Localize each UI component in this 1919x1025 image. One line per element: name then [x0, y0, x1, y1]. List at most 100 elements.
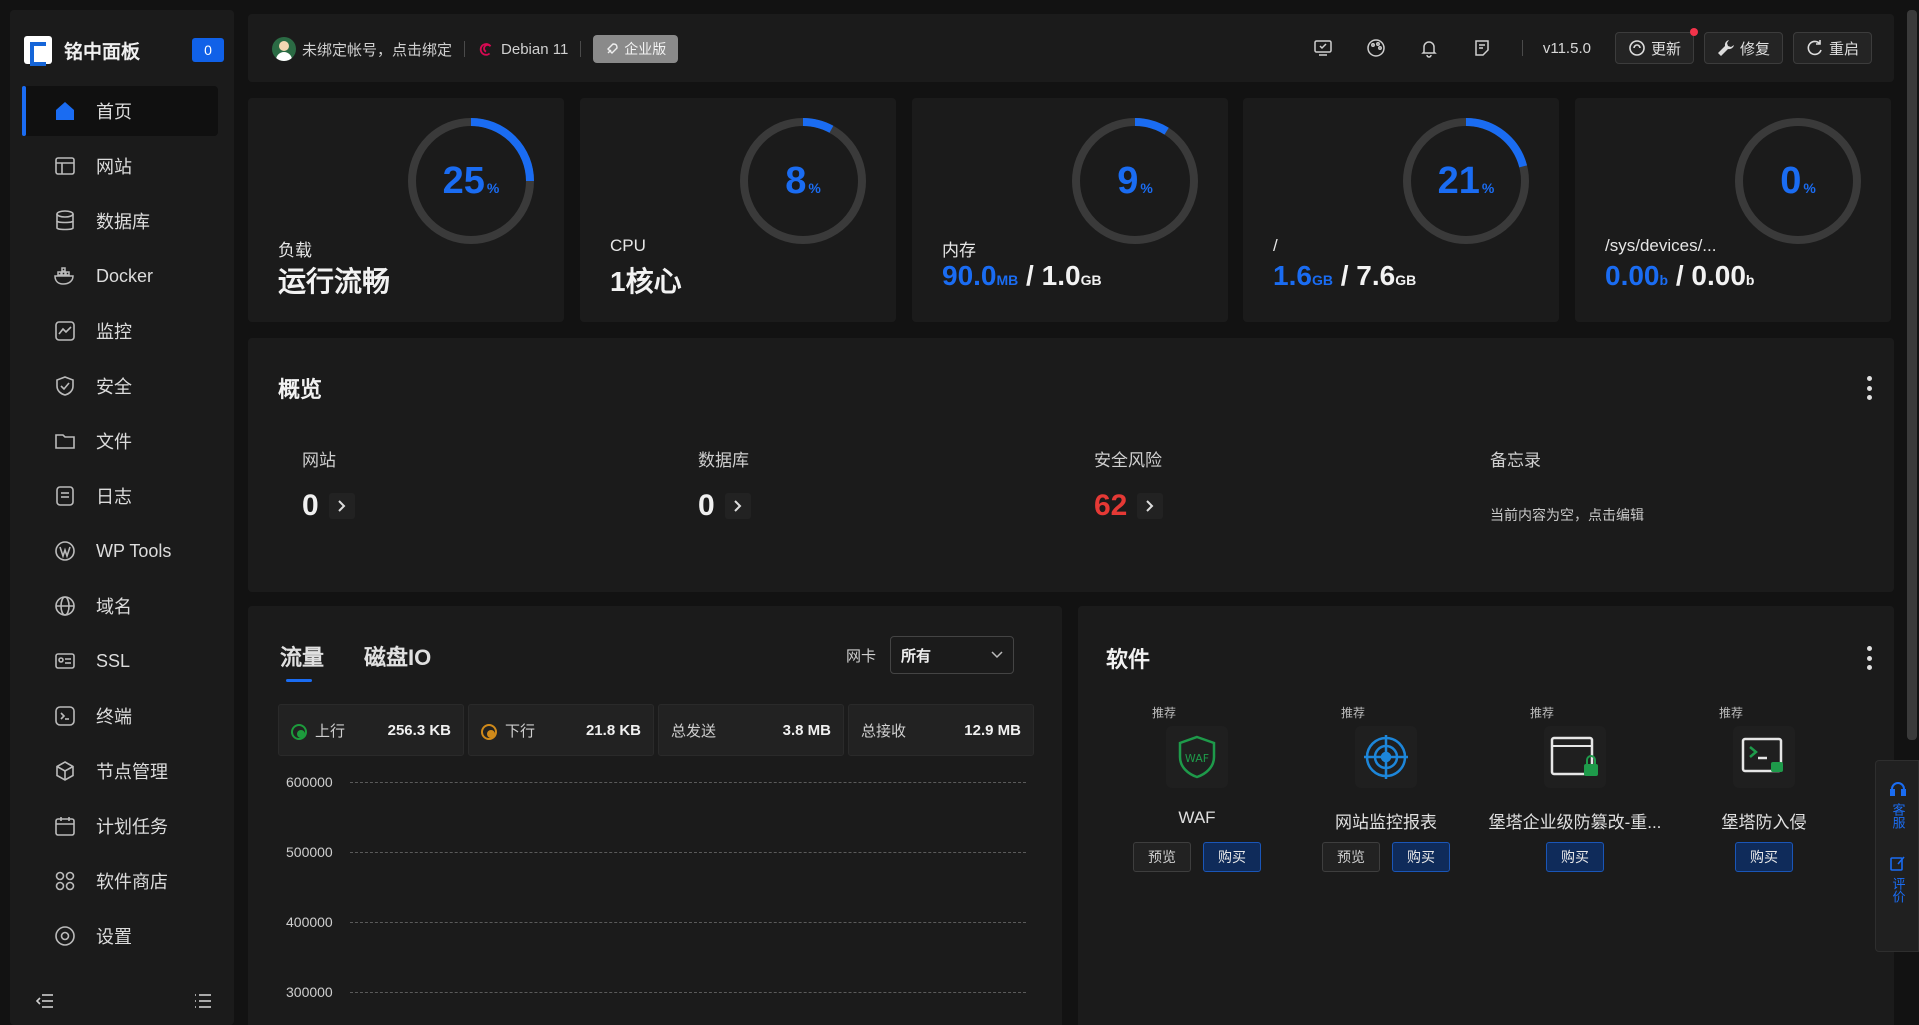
preview-button[interactable]: 预览 [1133, 842, 1191, 872]
sidebar-item-database[interactable]: 数据库 [22, 196, 218, 246]
sidebar-item-label: SSL [96, 650, 131, 671]
divider [580, 41, 582, 57]
page-scrollbar[interactable] [1907, 10, 1917, 740]
sidebar-item-label: 终端 [96, 707, 132, 727]
overview-websites[interactable]: 网站 0 [302, 446, 355, 523]
sidebar-item-monitor[interactable]: 监控 [22, 306, 218, 356]
recommend-tag: 推荐 [1341, 706, 1366, 720]
overview-value: 0 [698, 489, 751, 523]
overview-value: 62 [1094, 489, 1164, 523]
tab-traffic[interactable]: 流量 [280, 640, 324, 682]
stat-card-load[interactable]: 25% 负载 运行流畅 [248, 98, 564, 322]
brand[interactable]: 铭中面板 0 [24, 28, 224, 72]
disk-sys-total: 0.00 [1691, 260, 1746, 291]
sidebar-item-ssl[interactable]: SSL [22, 636, 218, 686]
chart-gridline: 500000 [286, 844, 1026, 922]
brand-badge[interactable]: 0 [192, 38, 224, 62]
software-name: 堡塔防入侵 [1721, 813, 1807, 832]
notes-icon[interactable] [1470, 36, 1494, 60]
database-icon [52, 208, 78, 234]
overview-more-icon[interactable] [1866, 376, 1872, 400]
overview-memo[interactable]: 备忘录 当前内容为空，点击编辑 [1490, 446, 1644, 525]
restart-button[interactable]: 重启 [1792, 32, 1872, 64]
sidebar-item-website[interactable]: 网站 [22, 141, 218, 191]
sidebar-item-nodes[interactable]: 节点管理 [22, 746, 218, 796]
stat-card-disk-sys[interactable]: 0% /sys/devices/... 0.00b / 0.00b [1575, 98, 1891, 322]
chevron-right-icon[interactable] [724, 493, 751, 519]
sidebar-item-label: 监控 [96, 322, 132, 342]
sidebar-item-terminal[interactable]: 终端 [22, 691, 218, 741]
avatar[interactable] [272, 37, 296, 61]
home-icon [52, 98, 78, 124]
sidebar-item-docker[interactable]: Docker [22, 251, 218, 301]
sidebar-menu: 首页 网站 数据库 Docker 监控 安全 文件 日志 WP Tools 域名… [22, 86, 218, 966]
buy-button[interactable]: 购买 [1546, 842, 1604, 872]
log-icon [52, 483, 78, 509]
metric-value: 12.9 MB [964, 721, 1021, 739]
review-button[interactable]: 评价 [1876, 855, 1919, 903]
overview-databases[interactable]: 数据库 0 [698, 446, 751, 523]
theme-palette-icon[interactable] [1364, 36, 1388, 60]
disk-sys-total-unit: b [1745, 272, 1755, 288]
sidebar-item-wp-tools[interactable]: WP Tools [22, 526, 218, 576]
sidebar-item-files[interactable]: 文件 [22, 416, 218, 466]
sidebar-item-cron[interactable]: 计划任务 [22, 801, 218, 851]
bell-icon[interactable] [1417, 36, 1441, 60]
software-card-waf[interactable]: 推荐 WAF WAF 预览 购买 [1102, 704, 1292, 884]
software-more-icon[interactable] [1866, 646, 1872, 670]
software-name: WAF [1178, 808, 1216, 827]
divider [464, 41, 466, 57]
software-card-site-monitor[interactable]: 推荐 网站监控报表 预览 购买 [1291, 704, 1481, 884]
metric-download: 下行 21.8 KB [468, 704, 654, 756]
disk-root-label: / [1273, 236, 1278, 255]
recommend-tag: 推荐 [1530, 706, 1555, 720]
stat-card-memory[interactable]: 9% 内存 90.0MB / 1.0GB [912, 98, 1228, 322]
disk-root-total-unit: GB [1395, 272, 1417, 288]
bind-account-link[interactable]: 未绑定帐号，点击绑定 [302, 39, 452, 60]
software-card-intrusion-prevention[interactable]: 推荐 堡塔防入侵 购买 [1669, 704, 1859, 884]
disk-sys-percent: 0% [1733, 116, 1863, 246]
chevron-right-icon[interactable] [328, 493, 355, 519]
sidebar-item-domain[interactable]: 域名 [22, 581, 218, 631]
sidebar-item-security[interactable]: 安全 [22, 361, 218, 411]
display-icon[interactable] [1311, 36, 1335, 60]
preview-button[interactable]: 预览 [1322, 842, 1380, 872]
stat-card-disk-root[interactable]: 21% / 1.6GB / 7.6GB [1243, 98, 1559, 322]
menu-list-icon[interactable] [194, 993, 212, 1014]
metric-upload: 上行 256.3 KB [278, 704, 464, 756]
tab-disk-io[interactable]: 磁盘IO [364, 640, 431, 682]
customer-service-button[interactable]: 客服 [1876, 781, 1919, 829]
sidebar-item-app-store[interactable]: 软件商店 [22, 856, 218, 906]
repair-button[interactable]: 修复 [1703, 32, 1783, 64]
stat-card-cpu[interactable]: 8% CPU 1核心 [580, 98, 896, 322]
memory-percent: 9% [1070, 116, 1200, 246]
update-button[interactable]: 更新 [1614, 28, 1698, 64]
software-actions: 预览 购买 [1102, 842, 1292, 872]
memo-placeholder[interactable]: 当前内容为空，点击编辑 [1490, 505, 1644, 525]
sidebar-item-label: 软件商店 [96, 872, 168, 892]
sidebar-item-logs[interactable]: 日志 [22, 471, 218, 521]
buy-button[interactable]: 购买 [1203, 842, 1261, 872]
separator: / [1668, 260, 1692, 291]
overview-label: 安全风险 [1094, 451, 1162, 470]
overview-value: 0 [302, 489, 355, 523]
memory-used-unit: MB [996, 272, 1019, 288]
disk-root-total: 7.6 [1356, 260, 1396, 291]
software-actions: 预览 购买 [1291, 842, 1481, 872]
chevron-right-icon[interactable] [1137, 493, 1164, 519]
sidebar-item-label: 数据库 [96, 212, 150, 232]
collapse-sidebar-icon[interactable] [35, 993, 54, 1014]
sidebar-item-home[interactable]: 首页 [22, 86, 218, 136]
load-percent-value: 25 [442, 159, 485, 202]
brand-logo-icon [24, 36, 52, 66]
buy-button[interactable]: 购买 [1735, 842, 1793, 872]
websites-count: 0 [302, 489, 319, 522]
nic-select[interactable]: 所有 [890, 636, 1014, 674]
enterprise-badge[interactable]: 企业版 [593, 35, 679, 63]
version-label: v11.5.0 [1542, 39, 1591, 57]
buy-button[interactable]: 购买 [1392, 842, 1450, 872]
sidebar-item-settings[interactable]: 设置 [22, 911, 218, 961]
sidebar-item-label: 计划任务 [96, 817, 168, 837]
software-card-tamper-proof[interactable]: 推荐 堡塔企业级防篡改-重... 购买 [1480, 704, 1670, 884]
overview-security-risk[interactable]: 安全风险 62 [1094, 446, 1164, 523]
